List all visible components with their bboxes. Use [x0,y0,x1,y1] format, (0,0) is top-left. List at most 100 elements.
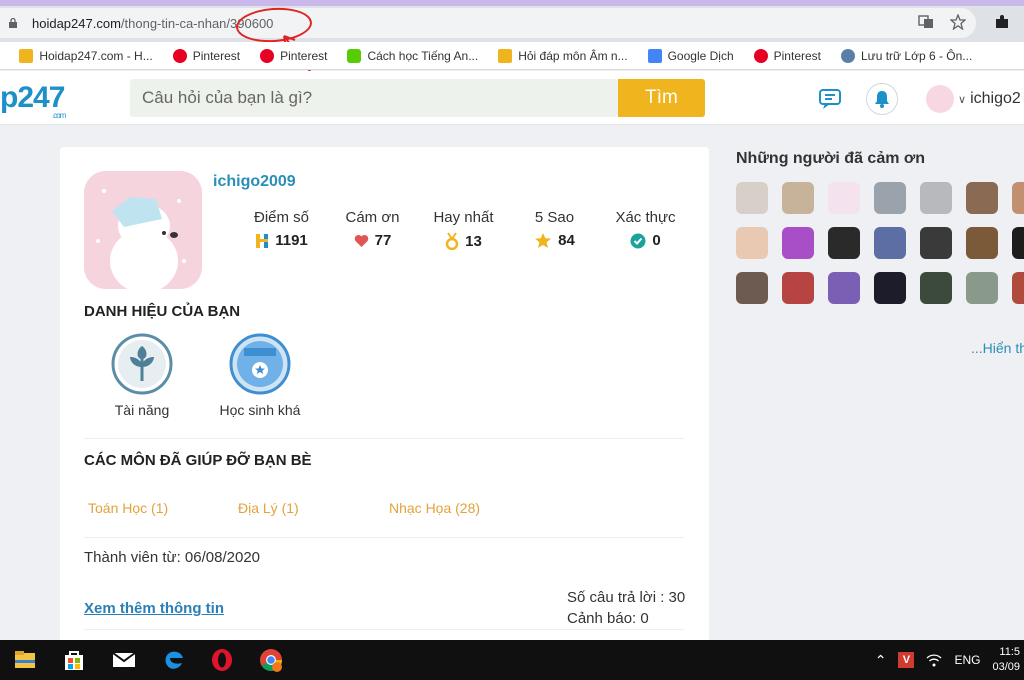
edge-icon[interactable] [162,648,186,672]
file-explorer-icon[interactable] [13,648,37,672]
system-tray: ⌃ V ENG 11:5 03/09 [875,640,1024,680]
bookmark-item[interactable]: Pinterest [753,48,821,63]
thanker-avatar[interactable] [736,227,768,259]
site-logo[interactable]: p247 .com [0,81,66,120]
tab-strip [0,0,1024,6]
antivirus-icon[interactable]: V [898,652,915,668]
star-icon [535,233,552,248]
thanker-avatar[interactable] [828,182,860,214]
thanker-avatar[interactable] [874,227,906,259]
google-translate-icon [647,48,662,63]
divider [84,438,684,439]
medal-icon [445,232,459,250]
h-logo-icon [256,233,269,248]
member-since: Thành viên từ: 06/08/2020 [84,549,261,566]
taskbar: ⌃ V ENG 11:5 03/09 [0,640,1024,680]
bookmark-item[interactable]: Hỏi đáp môn Âm n... [498,48,628,63]
notification-button[interactable] [866,83,898,115]
thanker-avatar[interactable] [828,227,860,259]
stat-best: Hay nhất 13 [433,209,494,250]
thanker-avatar[interactable] [828,272,860,304]
bookmark-item[interactable]: Lưu trữ Lớp 6 - Ôn... [841,48,972,63]
browser-toolbar: hoidap247.com/thong-tin-ca-nhan/390600 [0,0,1024,75]
warning-count: Cảnh báo: 0 [567,610,649,627]
site-header: p247 .com Câu hỏi của bạn là gì? Tìm ∨ ic… [0,71,1024,125]
duolingo-icon [347,48,362,63]
subject-link-geography[interactable]: Địa Lý (1) [238,500,299,516]
badge-talent[interactable]: Tài năng [82,333,202,418]
opera-icon[interactable] [210,648,234,672]
language-indicator[interactable]: ENG [954,653,980,667]
profile-avatar [84,171,202,289]
wifi-icon[interactable] [926,653,942,667]
store-icon[interactable] [62,648,86,672]
chevron-down-icon: ∨ [958,93,967,106]
bear-illustration [84,171,202,289]
bookmark-item[interactable]: Cách học Tiếng An... [347,48,478,63]
search-button[interactable]: Tìm [618,79,705,117]
stat-thanks: Cám ơn 77 [345,209,400,249]
thanker-avatar[interactable] [736,272,768,304]
heart-icon [354,234,368,247]
subject-link-math[interactable]: Toán Học (1) [88,500,168,516]
thanker-avatar[interactable] [920,227,952,259]
verified-icon [630,233,646,248]
owl-icon [841,48,855,63]
thanker-avatar[interactable] [782,182,814,214]
thanker-avatar[interactable] [966,272,998,304]
clock[interactable]: 11:5 03/09 [992,645,1020,675]
thanker-avatar[interactable] [966,227,998,259]
bookmark-item[interactable]: Hoidap247.com - H... [19,48,153,63]
thanker-avatar[interactable] [1012,272,1024,304]
thanker-avatar[interactable] [736,182,768,214]
search-input[interactable]: Câu hỏi của bạn là gì? [130,79,618,117]
header-username: ichigo2 [970,90,1021,107]
bookmark-item[interactable]: Google Dịch [647,48,734,63]
chrome-icon[interactable] [259,648,283,672]
profile-username[interactable]: ichigo2009 [213,173,296,191]
bookmark-item[interactable]: Pinterest [260,48,327,63]
titles-heading: DANH HIỆU CỦA BẠN [84,303,241,320]
thanker-avatar[interactable] [782,227,814,259]
pinterest-icon [172,48,187,63]
hoidap-icon [498,48,513,63]
shield-badge-icon [229,333,291,395]
divider [84,629,684,630]
extensions-icon[interactable] [994,14,1010,30]
stat-verified: Xác thực 0 [615,209,676,249]
thanker-avatar[interactable] [1012,182,1024,214]
lock-icon [9,18,17,28]
stat-points: Điểm số 1191 [253,209,309,249]
subject-link-music-art[interactable]: Nhạc Họa (28) [389,500,480,516]
leaf-badge-icon [111,333,173,395]
bookmarks-bar: t Hoidap247.com - H... Pinterest Pintere… [0,42,1024,70]
thanker-avatar[interactable] [874,272,906,304]
thanker-avatar[interactable] [920,182,952,214]
avatar [926,85,954,113]
answer-count: Số câu trả lời : 30 [567,589,686,606]
subjects-heading: CÁC MÔN ĐÃ GIÚP ĐỠ BẠN BÈ [84,452,312,469]
thanks-heading: Những người đã cảm ơn [736,150,926,167]
profile-card: ichigo2009 Điểm số 1191 Cám ơn 77 Hay nh… [60,147,709,647]
pinterest-icon [260,48,275,63]
pinterest-icon [753,48,768,63]
user-menu[interactable]: ∨ ichigo2 [926,85,1021,113]
hoidap-icon [19,48,34,63]
chat-icon[interactable] [818,87,844,111]
translate-icon[interactable] [918,14,934,30]
thanker-avatar[interactable] [1012,227,1024,259]
badge-good-student[interactable]: Học sinh khá [200,333,320,418]
thanker-avatar[interactable] [874,182,906,214]
thanker-avatar[interactable] [966,182,998,214]
address-bar[interactable]: hoidap247.com/thong-tin-ca-nhan/390600 [0,8,976,38]
bookmark-item[interactable]: Pinterest [172,48,240,63]
show-more-thanks-link[interactable]: ...Hiển th [971,340,1024,356]
bookmark-star-icon[interactable] [950,14,966,30]
mail-icon[interactable] [112,648,136,672]
thanker-avatar[interactable] [782,272,814,304]
stat-five-star: 5 Sao 84 [534,209,575,249]
answer-stats: Số câu trả lời : 30 Cảnh báo: 0 [567,587,685,629]
chevron-up-icon[interactable]: ⌃ [875,652,887,669]
more-info-link[interactable]: Xem thêm thông tin [84,600,224,617]
thanker-avatar[interactable] [920,272,952,304]
